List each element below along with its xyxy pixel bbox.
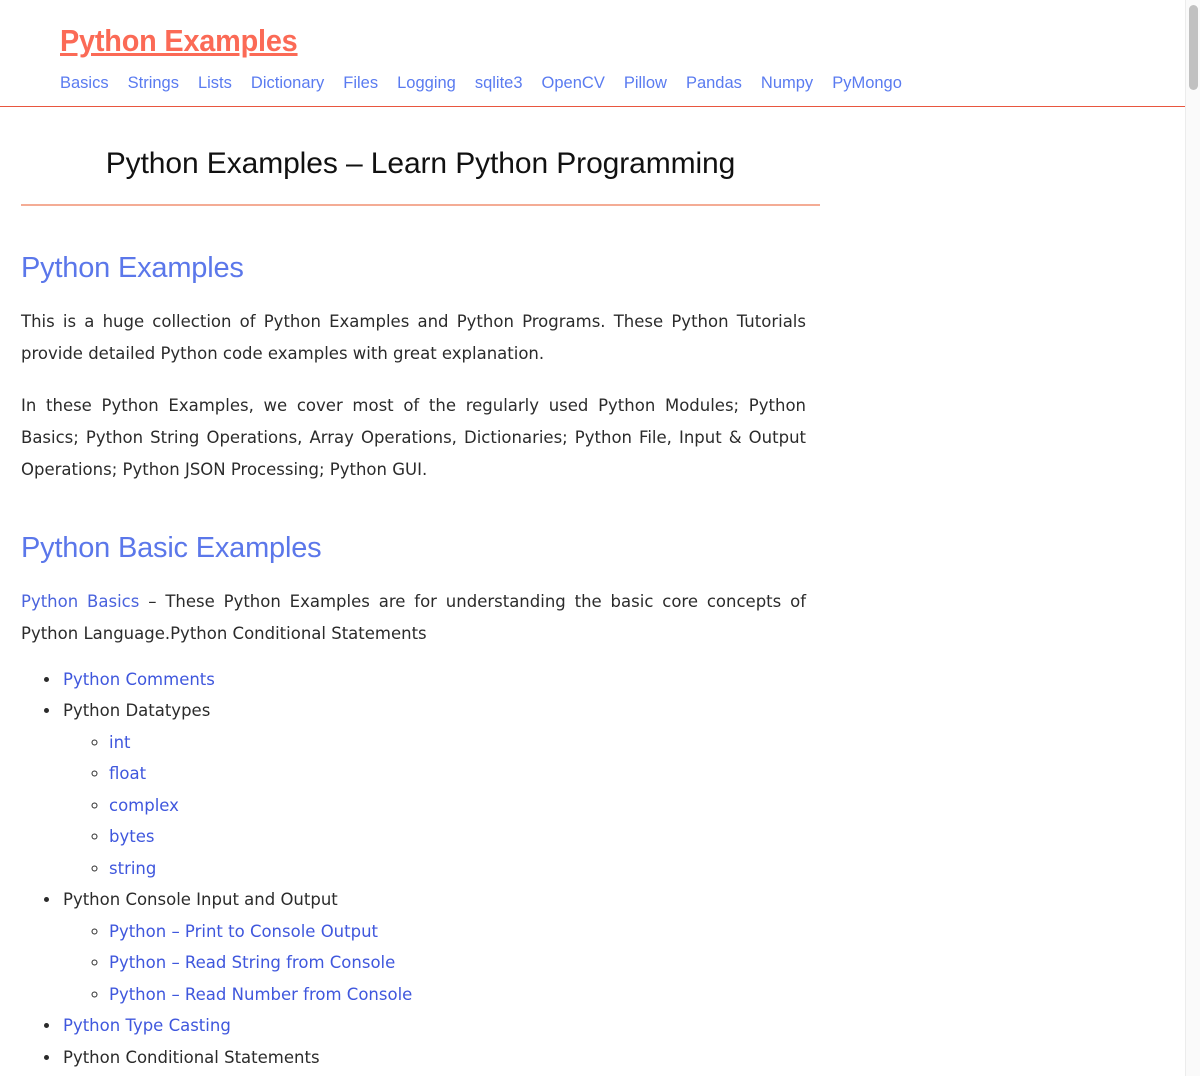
page-viewport: Python Examples Basics Strings Lists Dic… (0, 0, 1185, 1076)
topic-link-bytes[interactable]: bytes (109, 827, 154, 846)
basics-intro-text: – These Python Examples are for understa… (21, 591, 807, 643)
nav-item-pillow[interactable]: Pillow (624, 73, 667, 94)
list-item: bytes (109, 821, 820, 853)
main-navigation: Basics Strings Lists Dictionary Files Lo… (60, 73, 1185, 94)
topic-link-string[interactable]: string (109, 859, 156, 878)
nav-item-dictionary[interactable]: Dictionary (251, 73, 324, 94)
nav-item-logging[interactable]: Logging (397, 73, 456, 94)
basics-intro-paragraph: Python Basics – These Python Examples ar… (21, 586, 806, 650)
list-item: Python – Print to Console Output (109, 916, 820, 948)
nav-item-pandas[interactable]: Pandas (686, 73, 742, 94)
list-item: Python Datatypes int float complex bytes… (61, 695, 820, 884)
topic-link-python-comments[interactable]: Python Comments (63, 670, 215, 689)
topic-label-console-input-output: Python Console Input and Output (63, 890, 338, 910)
vertical-scrollbar[interactable] (1185, 0, 1200, 1076)
list-item: Python Comments (61, 664, 820, 696)
nav-item-lists[interactable]: Lists (198, 73, 232, 94)
page-title: Python Examples – Learn Python Programmi… (105, 146, 736, 180)
list-item: float (109, 758, 820, 790)
topic-link-read-number-from-console[interactable]: Python – Read Number from Console (109, 985, 412, 1004)
topic-list: Python Comments Python Datatypes int flo… (21, 664, 820, 1074)
intro-paragraph-2: In these Python Examples, we cover most … (21, 396, 806, 479)
nav-item-files[interactable]: Files (343, 73, 378, 94)
site-header: Python Examples Basics Strings Lists Dic… (0, 0, 1185, 107)
nav-item-opencv[interactable]: OpenCV (542, 73, 605, 94)
topic-link-float[interactable]: float (109, 764, 146, 783)
list-item: int (109, 727, 820, 759)
topic-link-python-type-casting[interactable]: Python Type Casting (63, 1016, 231, 1035)
scrollbar-thumb[interactable] (1189, 5, 1198, 90)
topic-link-read-string-from-console[interactable]: Python – Read String from Console (109, 953, 395, 972)
list-item: Python – Read Number from Console (109, 979, 820, 1011)
list-item: string (109, 853, 820, 885)
topic-link-print-to-console[interactable]: Python – Print to Console Output (109, 922, 378, 941)
nav-item-basics[interactable]: Basics (60, 73, 109, 94)
topic-sublist-datatypes: int float complex bytes string (63, 727, 820, 885)
list-item: Python – Read String from Console (109, 947, 820, 979)
section-heading-python-basic-examples: Python Basic Examples (21, 532, 322, 564)
title-divider (21, 204, 820, 207)
list-item: complex (109, 790, 820, 822)
topic-sublist-console: Python – Print to Console Output Python … (63, 916, 820, 1011)
main-content: Python Examples – Learn Python Programmi… (0, 145, 820, 1073)
list-item: Python Console Input and Output Python –… (61, 884, 820, 1010)
intro-paragraph-1: This is a huge collection of Python Exam… (21, 312, 806, 363)
list-item: Python Conditional Statements (61, 1042, 820, 1074)
nav-item-pymongo[interactable]: PyMongo (832, 73, 902, 94)
list-item: Python Type Casting (61, 1010, 820, 1042)
nav-item-numpy[interactable]: Numpy (761, 73, 813, 94)
nav-item-sqlite3[interactable]: sqlite3 (475, 73, 523, 94)
topic-link-int[interactable]: int (109, 733, 131, 752)
section-heading-python-examples: Python Examples (21, 252, 244, 285)
topic-label-conditional-statements: Python Conditional Statements (63, 1047, 320, 1067)
python-basics-link[interactable]: Python Basics (21, 592, 139, 611)
site-logo[interactable]: Python Examples (60, 22, 298, 59)
topic-link-complex[interactable]: complex (109, 796, 179, 815)
site-logo-wrapper: Python Examples (0, 22, 1185, 59)
nav-item-strings[interactable]: Strings (128, 73, 179, 94)
topic-label-python-datatypes: Python Datatypes (63, 701, 211, 721)
